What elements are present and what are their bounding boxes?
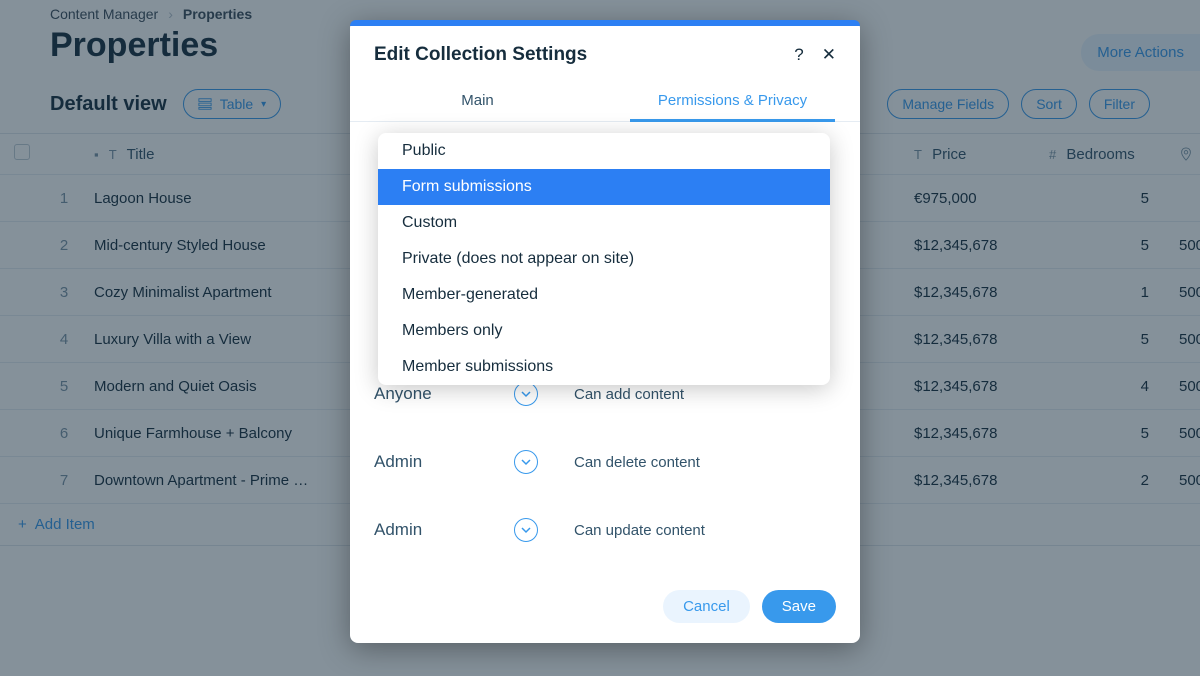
- dropdown-option[interactable]: Private (does not appear on site): [378, 241, 830, 277]
- page-root: Content Manager › Properties Properties …: [0, 0, 1200, 676]
- permission-row: Admin Can delete content: [374, 436, 836, 504]
- collection-type-dropdown: PublicForm submissionsCustomPrivate (doe…: [378, 133, 830, 385]
- dropdown-option[interactable]: Public: [378, 133, 830, 169]
- role-dropdown-toggle[interactable]: [514, 518, 538, 542]
- dropdown-option[interactable]: Form submissions: [378, 169, 830, 205]
- permission-role: Admin: [374, 520, 514, 540]
- permission-role: Anyone: [374, 384, 514, 404]
- role-dropdown-toggle[interactable]: [514, 450, 538, 474]
- cancel-button[interactable]: Cancel: [663, 590, 750, 623]
- dropdown-option[interactable]: Custom: [378, 205, 830, 241]
- permission-row: Admin Can update content: [374, 504, 836, 572]
- tab-main[interactable]: Main: [350, 80, 605, 121]
- tab-permissions[interactable]: Permissions & Privacy: [605, 80, 860, 121]
- modal-tabs: Main Permissions & Privacy: [350, 80, 860, 122]
- dropdown-option[interactable]: Member submissions: [378, 349, 830, 385]
- modal-title: Edit Collection Settings: [374, 44, 587, 66]
- permission-description: Can add content: [574, 386, 684, 403]
- permission-role: Admin: [374, 452, 514, 472]
- help-icon[interactable]: ?: [794, 45, 803, 65]
- permission-description: Can delete content: [574, 454, 700, 471]
- permissions-list: Anyone Can add content Admin Can delete con…: [374, 368, 836, 572]
- permission-description: Can update content: [574, 522, 705, 539]
- dropdown-option[interactable]: Members only: [378, 313, 830, 349]
- close-icon[interactable]: ✕: [822, 45, 836, 65]
- save-button[interactable]: Save: [762, 590, 836, 623]
- dropdown-option[interactable]: Member-generated: [378, 277, 830, 313]
- role-dropdown-toggle[interactable]: [514, 382, 538, 406]
